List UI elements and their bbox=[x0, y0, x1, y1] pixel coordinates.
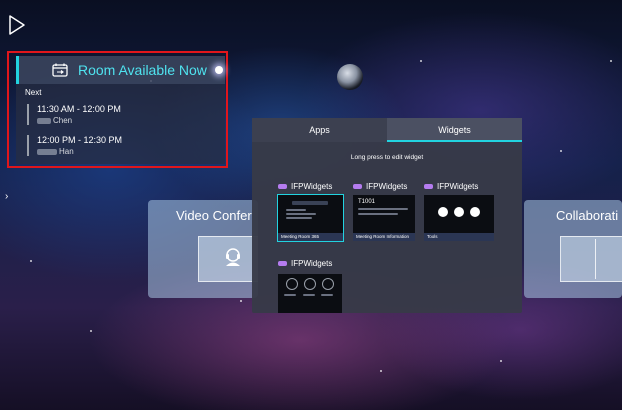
cursor-icon[interactable] bbox=[8, 14, 26, 36]
next-label: Next bbox=[25, 88, 42, 97]
apps-widgets-panel: Apps Widgets Long press to edit widget I… bbox=[252, 118, 522, 313]
clock-icon bbox=[304, 278, 316, 290]
ifp-logo-icon bbox=[353, 183, 362, 189]
booking-time: 12:00 PM - 12:30 PM bbox=[37, 135, 123, 145]
ifp-logo-icon bbox=[278, 183, 287, 189]
room-status-title: Room Available Now bbox=[78, 62, 207, 78]
split-divider bbox=[595, 239, 596, 279]
accent-bar bbox=[16, 56, 19, 84]
chevron-right-icon[interactable]: › bbox=[5, 191, 8, 202]
tool-icon bbox=[470, 207, 480, 217]
collaboration-card[interactable]: Collaborati bbox=[524, 200, 622, 298]
organizer-name: Han bbox=[59, 147, 74, 156]
ifp-logo-icon bbox=[278, 260, 287, 266]
widget-group: IFPWidgets bbox=[278, 181, 332, 191]
widget-group: IFPWidgets bbox=[424, 181, 478, 191]
widget-world-clock[interactable] bbox=[278, 274, 342, 313]
panel-tabs: Apps Widgets bbox=[252, 118, 522, 142]
laptop-illustration bbox=[560, 236, 622, 282]
redacted-name bbox=[37, 148, 57, 155]
booking-organizer: Chen bbox=[37, 116, 121, 125]
widget-caption: Meeting Room Information bbox=[353, 233, 415, 241]
glow-decoration bbox=[214, 66, 223, 74]
room-status-header[interactable]: Room Available Now bbox=[16, 56, 225, 84]
laptop-illustration bbox=[198, 236, 258, 282]
organizer-name: Chen bbox=[53, 116, 73, 125]
widget-group-name: IFPWidgets bbox=[291, 181, 333, 191]
room-number-preview: T1001 bbox=[358, 199, 376, 205]
clock-icon bbox=[286, 278, 298, 290]
widget-meeting-room-365[interactable]: Meeting Room 365 bbox=[277, 194, 344, 242]
widget-group-name: IFPWidgets bbox=[437, 181, 479, 191]
video-conference-card[interactable]: Video Confer bbox=[148, 200, 258, 298]
room-availability-widget[interactable]: Room Available Now Next 11:30 AM - 12:00… bbox=[7, 51, 228, 168]
booking-item[interactable]: 11:30 AM - 12:00 PM Chen bbox=[27, 104, 121, 125]
widget-meeting-room-information[interactable]: T1001 Meeting Room Information bbox=[353, 195, 415, 241]
widget-tools[interactable]: Tools bbox=[424, 195, 494, 241]
tool-icon bbox=[454, 207, 464, 217]
tab-apps[interactable]: Apps bbox=[252, 118, 387, 142]
collaboration-label: Collaborati bbox=[556, 208, 619, 223]
widget-caption: Tools bbox=[424, 233, 494, 241]
tool-icon bbox=[438, 207, 448, 217]
planet-image bbox=[337, 64, 363, 90]
widget-group: IFPWidgets bbox=[353, 181, 407, 191]
booking-time: 11:30 AM - 12:00 PM bbox=[37, 104, 121, 114]
tab-widgets[interactable]: Widgets bbox=[387, 118, 522, 142]
redacted-name bbox=[37, 117, 51, 124]
person-icon bbox=[226, 248, 240, 266]
clock-icon bbox=[322, 278, 334, 290]
calendar-refresh-icon bbox=[52, 63, 68, 77]
video-conference-label: Video Confer bbox=[176, 208, 252, 223]
edit-hint: Long press to edit widget bbox=[350, 154, 424, 161]
widget-group-name: IFPWidgets bbox=[291, 258, 333, 268]
booking-organizer: Han bbox=[37, 147, 122, 156]
booking-item[interactable]: 12:00 PM - 12:30 PM Han bbox=[27, 135, 122, 156]
widget-caption: Meeting Room 365 bbox=[278, 233, 343, 241]
ifp-logo-icon bbox=[424, 183, 433, 189]
widget-group-name: IFPWidgets bbox=[366, 181, 408, 191]
widget-group: IFPWidgets bbox=[278, 258, 332, 268]
